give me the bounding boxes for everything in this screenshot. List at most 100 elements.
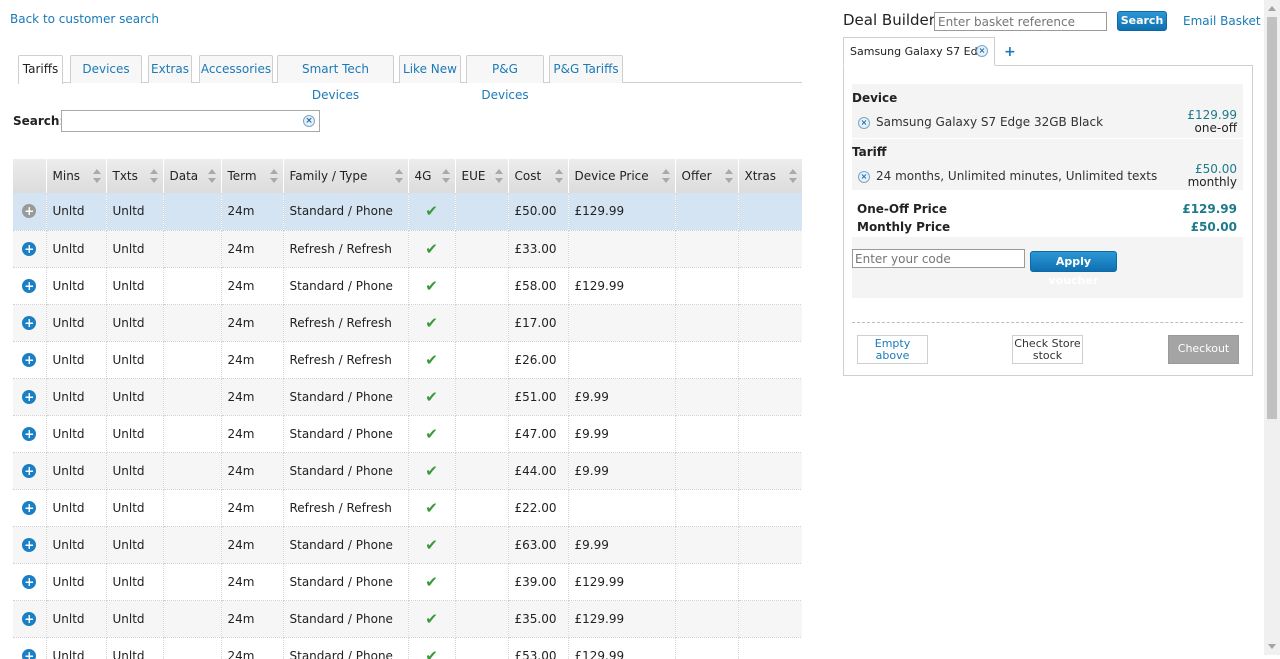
table-row[interactable]: +UnltdUnltd24mStandard / Phone✔£51.00£9.…	[13, 378, 802, 415]
sort-icon[interactable]	[93, 169, 101, 183]
cell-family: Standard / Phone	[283, 637, 408, 659]
sort-icon[interactable]	[555, 169, 563, 183]
row-expander[interactable]: +	[13, 637, 46, 659]
row-expander[interactable]: +	[13, 526, 46, 563]
row-expander[interactable]: +	[13, 193, 46, 230]
page-scrollbar[interactable]	[1264, 0, 1280, 655]
expand-row-icon[interactable]: +	[22, 464, 36, 478]
expand-row-icon[interactable]: +	[22, 204, 36, 218]
tab-p-g-devices[interactable]: P&G Devices	[466, 55, 544, 83]
column-header-term[interactable]: Term	[221, 159, 283, 193]
check-store-stock-button[interactable]: Check Store stock	[1012, 335, 1083, 364]
expand-row-icon[interactable]: +	[22, 242, 36, 256]
expand-row-icon[interactable]: +	[22, 649, 36, 659]
basket-tab[interactable]: Samsung Galaxy S7 Ed ×	[843, 37, 995, 66]
expand-row-icon[interactable]: +	[22, 575, 36, 589]
tab-smart-tech-devices[interactable]: Smart Tech Devices	[277, 55, 394, 83]
row-expander[interactable]: +	[13, 415, 46, 452]
apply-voucher-button[interactable]: Apply voucher	[1030, 251, 1117, 272]
remove-tariff-icon[interactable]: ×	[858, 171, 870, 183]
cell-fourg: ✔	[408, 230, 455, 267]
cell-xtras	[738, 637, 802, 659]
table-row[interactable]: +UnltdUnltd24mStandard / Phone✔£47.00£9.…	[13, 415, 802, 452]
row-expander[interactable]: +	[13, 304, 46, 341]
sort-icon[interactable]	[495, 169, 503, 183]
column-header-txts[interactable]: Txts	[106, 159, 163, 193]
table-row[interactable]: +UnltdUnltd24mRefresh / Refresh✔£33.00	[13, 230, 802, 267]
row-expander[interactable]: +	[13, 600, 46, 637]
cell-mins: Unltd	[46, 341, 106, 378]
row-expander[interactable]: +	[13, 452, 46, 489]
sort-icon[interactable]	[150, 169, 158, 183]
sort-icon[interactable]	[208, 169, 216, 183]
basket-reference-input[interactable]	[934, 12, 1107, 31]
empty-above-button[interactable]: Empty above	[857, 335, 928, 364]
expand-row-icon[interactable]: +	[22, 612, 36, 626]
tab-p-g-tariffs[interactable]: P&G Tariffs	[549, 55, 623, 83]
expand-row-icon[interactable]: +	[22, 427, 36, 441]
scroll-thumb[interactable]	[1267, 17, 1277, 419]
tab-devices[interactable]: Devices	[70, 55, 142, 83]
column-header-data[interactable]: Data	[163, 159, 221, 193]
expand-row-icon[interactable]: +	[22, 390, 36, 404]
table-row[interactable]: +UnltdUnltd24mRefresh / Refresh✔£22.00	[13, 489, 802, 526]
cell-fourg: ✔	[408, 415, 455, 452]
sort-icon[interactable]	[662, 169, 670, 183]
close-tab-icon[interactable]: ×	[976, 45, 988, 57]
column-header-mins[interactable]: Mins	[46, 159, 106, 193]
basket-search-button[interactable]: Search	[1117, 11, 1167, 31]
expand-row-icon[interactable]: +	[22, 316, 36, 330]
table-row[interactable]: +UnltdUnltd24mStandard / Phone✔£53.00£12…	[13, 637, 802, 659]
column-header-cost[interactable]: Cost	[508, 159, 568, 193]
table-row[interactable]: +UnltdUnltd24mStandard / Phone✔£39.00£12…	[13, 563, 802, 600]
sort-icon[interactable]	[442, 169, 450, 183]
expand-row-icon[interactable]: +	[22, 538, 36, 552]
row-expander[interactable]: +	[13, 267, 46, 304]
expand-row-icon[interactable]: +	[22, 279, 36, 293]
sort-icon[interactable]	[789, 169, 797, 183]
tab-accessories[interactable]: Accessories	[199, 55, 273, 83]
row-expander[interactable]: +	[13, 341, 46, 378]
table-row[interactable]: +UnltdUnltd24mStandard / Phone✔£58.00£12…	[13, 267, 802, 304]
check-icon: ✔	[425, 573, 438, 591]
search-input[interactable]: ×	[61, 110, 320, 132]
email-basket-link[interactable]: Email Basket	[1183, 14, 1261, 28]
row-expander[interactable]: +	[13, 489, 46, 526]
cell-mins: Unltd	[46, 267, 106, 304]
column-header-label: 4G	[415, 169, 432, 183]
add-tab-icon[interactable]: +	[1004, 44, 1016, 60]
table-row[interactable]: +UnltdUnltd24mStandard / Phone✔£50.00£12…	[13, 193, 802, 230]
back-to-customer-search-link[interactable]: Back to customer search	[10, 12, 159, 26]
tab-like-new[interactable]: Like New	[399, 55, 461, 83]
row-expander[interactable]: +	[13, 563, 46, 600]
column-header-eue[interactable]: EUE	[455, 159, 508, 193]
column-header-xtras[interactable]: Xtras	[738, 159, 802, 193]
clear-icon[interactable]: ×	[303, 115, 315, 127]
basket-summary: Device ×Samsung Galaxy S7 Edge 32GB Blac…	[852, 84, 1243, 298]
column-header-device-price[interactable]: Device Price	[568, 159, 675, 193]
sort-icon[interactable]	[270, 169, 278, 183]
expand-row-icon[interactable]: +	[22, 501, 36, 515]
row-expander[interactable]: +	[13, 378, 46, 415]
remove-device-icon[interactable]: ×	[858, 117, 870, 129]
scroll-up-icon[interactable]	[1268, 6, 1276, 11]
table-row[interactable]: +UnltdUnltd24mStandard / Phone✔£35.00£12…	[13, 600, 802, 637]
table-row[interactable]: +UnltdUnltd24mStandard / Phone✔£44.00£9.…	[13, 452, 802, 489]
check-icon: ✔	[425, 499, 438, 517]
tariffs-table: MinsTxtsDataTermFamily / Type 4G EUECostDe…	[13, 159, 802, 659]
checkout-button[interactable]: Checkout	[1168, 335, 1239, 364]
tab-tariffs[interactable]: Tariffs	[18, 55, 63, 84]
table-row[interactable]: +UnltdUnltd24mRefresh / Refresh✔£17.00	[13, 304, 802, 341]
table-row[interactable]: +UnltdUnltd24mRefresh / Refresh✔£26.00	[13, 341, 802, 378]
row-expander[interactable]: +	[13, 230, 46, 267]
tab-extras[interactable]: Extras	[148, 55, 192, 83]
column-header-family-type[interactable]: Family / Type	[283, 159, 408, 193]
sort-icon[interactable]	[725, 169, 733, 183]
scroll-down-icon[interactable]	[1268, 644, 1276, 649]
table-row[interactable]: +UnltdUnltd24mStandard / Phone✔£63.00£9.…	[13, 526, 802, 563]
expand-row-icon[interactable]: +	[22, 353, 36, 367]
voucher-code-input[interactable]	[852, 249, 1025, 268]
column-header-4g[interactable]: 4G	[408, 159, 455, 193]
column-header-offer[interactable]: Offer	[675, 159, 738, 193]
sort-icon[interactable]	[395, 169, 403, 183]
